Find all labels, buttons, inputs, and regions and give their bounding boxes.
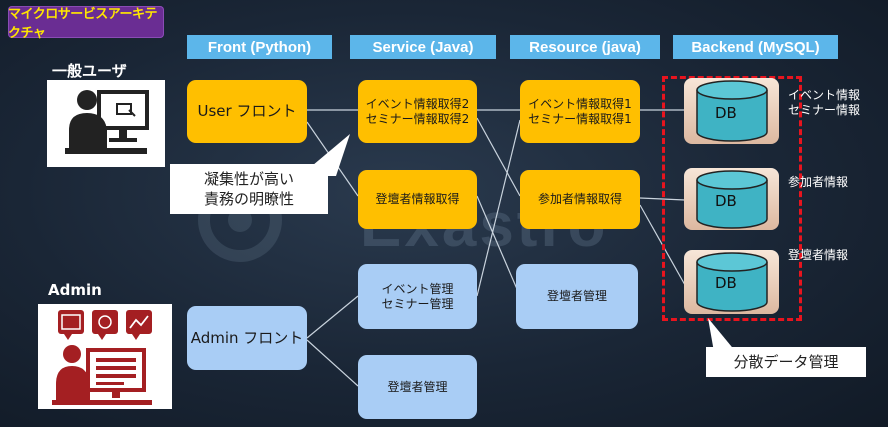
db-label-2: DB — [715, 192, 737, 210]
db-name-speaker: 登壇者情報 — [788, 248, 849, 262]
admin-actor-label: Admin — [48, 281, 102, 299]
callout-line1: 凝集性が高い — [203, 170, 294, 188]
service-speaker-get-node: 登壇者情報取得 — [358, 170, 477, 229]
user-at-pc-icon — [65, 90, 149, 154]
service-speaker-admin-node: 登壇者管理 — [358, 355, 477, 419]
db-label-1: DB — [715, 104, 737, 122]
db-label-3: DB — [715, 274, 737, 292]
service-event-admin-line2: セミナー管理 — [381, 296, 454, 311]
distributed-data-label: 分散データ管理 — [706, 347, 866, 377]
front-admin-node: Admin フロント — [187, 306, 307, 370]
service-event-get-node: イベント情報取得2 セミナー情報取得2 — [358, 80, 477, 143]
admin-dashboard-icon — [52, 310, 152, 405]
callout-box: 凝集性が高い 責務の明瞭性 — [170, 164, 328, 214]
title-badge: マイクロサービスアーキテクチャ — [8, 6, 164, 41]
resource-participant-get-node: 参加者情報取得 — [520, 170, 640, 229]
column-header-front: Front (Python) — [187, 35, 332, 59]
column-header-service: Service (Java) — [350, 35, 496, 59]
resource-event-get-line1: イベント情報取得1 — [528, 96, 632, 111]
column-header-resource: Resource (java) — [510, 35, 660, 59]
admin-actor-panel — [38, 304, 172, 409]
user-actor-panel — [47, 80, 165, 167]
column-header-backend: Backend (MySQL) — [673, 35, 838, 59]
resource-event-get-node: イベント情報取得1 セミナー情報取得1 — [520, 80, 640, 143]
service-event-get-line2: セミナー情報取得2 — [365, 111, 470, 126]
service-event-admin-node: イベント管理 セミナー管理 — [358, 264, 477, 329]
db-name-event-line1: イベント情報 — [788, 88, 861, 102]
service-event-admin-line1: イベント管理 — [381, 281, 454, 296]
service-event-get-line1: イベント情報取得2 — [365, 96, 470, 111]
callout-line2: 責務の明瞭性 — [203, 190, 294, 208]
resource-event-get-line2: セミナー情報取得1 — [528, 111, 632, 126]
db-name-event-line2: セミナー情報 — [788, 103, 861, 117]
db-name-event: イベント情報 セミナー情報 — [788, 88, 860, 118]
user-actor-label: 一般ユーザ — [52, 62, 127, 80]
db-name-participant: 参加者情報 — [788, 175, 849, 189]
resource-speaker-admin-node: 登壇者管理 — [516, 264, 638, 329]
